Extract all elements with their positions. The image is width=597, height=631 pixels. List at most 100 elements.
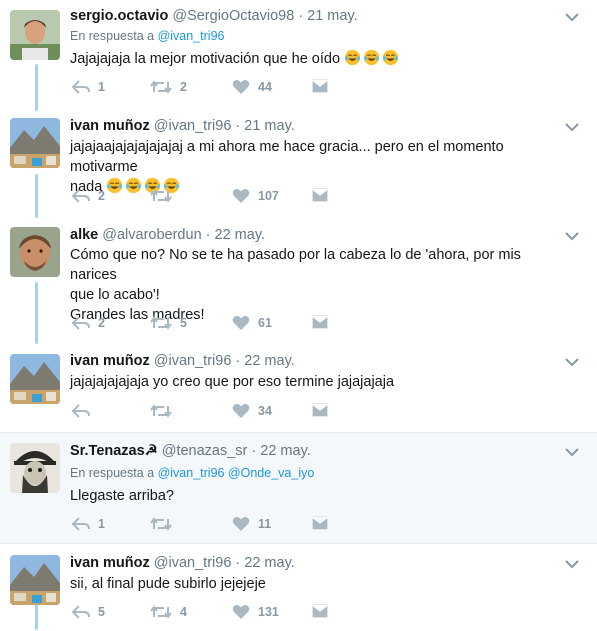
user-handle[interactable]: @ivan_tri96 [154, 353, 232, 369]
retweet-count: 4 [180, 605, 187, 619]
heart-icon [232, 189, 250, 203]
retweet-button[interactable] [150, 403, 180, 419]
chevron-down-icon[interactable] [565, 357, 579, 367]
tweet[interactable]: alke @alvaroberdun · 22 may. Cómo que no… [0, 218, 597, 343]
retweet-button[interactable]: 4 [150, 604, 187, 620]
retweet-icon [150, 517, 172, 531]
timestamp[interactable]: · 22 may. [235, 353, 294, 369]
message-button[interactable] [312, 604, 328, 618]
message-button[interactable] [312, 315, 328, 329]
reply-to-link[interactable]: @ivan_tri96 @Onde_va_iyo [158, 466, 315, 480]
retweet-icon [150, 80, 172, 94]
reply-icon [72, 316, 90, 330]
like-button[interactable]: 131 [232, 604, 279, 620]
tweet-text: Jajajajaja la mejor motivación que he oí… [70, 51, 341, 67]
envelope-icon [312, 315, 328, 329]
tweet-text: que lo acabo'! [70, 287, 160, 303]
chevron-down-icon[interactable] [565, 447, 579, 457]
laughing-tears-emoji [107, 177, 123, 194]
reply-button[interactable]: 2 [72, 188, 105, 204]
avatar[interactable] [10, 118, 60, 168]
like-count: 11 [258, 517, 272, 531]
like-button[interactable]: 11 [232, 516, 271, 532]
like-count: 34 [258, 404, 272, 418]
user-handle[interactable]: @alvaroberdun [102, 227, 201, 243]
retweet-icon [150, 316, 172, 330]
reply-button[interactable]: 1 [72, 516, 105, 532]
message-button[interactable] [312, 516, 328, 530]
like-button[interactable]: 61 [232, 315, 272, 331]
timestamp[interactable]: · 21 may. [298, 8, 357, 24]
avatar[interactable] [10, 354, 60, 404]
reply-count: 2 [98, 189, 105, 203]
chevron-down-icon[interactable] [565, 231, 579, 241]
tweet-text: sii, al final pude subirlo jejejeje [70, 576, 266, 592]
like-count: 61 [258, 316, 272, 330]
laughing-tears-emoji [363, 49, 380, 66]
like-button[interactable]: 44 [232, 79, 272, 95]
timestamp[interactable]: · 21 may. [235, 118, 294, 134]
reply-button[interactable] [72, 403, 98, 419]
like-count: 131 [258, 605, 279, 619]
reply-button[interactable]: 2 [72, 315, 105, 331]
emoji-group [344, 49, 401, 67]
avatar[interactable] [10, 10, 60, 60]
retweet-button[interactable] [150, 188, 180, 204]
heart-icon [232, 605, 250, 619]
display-name[interactable]: alke [70, 227, 98, 243]
laughing-tears-emoji [126, 177, 142, 194]
heart-icon [232, 80, 250, 94]
tweet-text: Cómo que no? No se te ha pasado por la c… [70, 247, 521, 283]
tweet[interactable]: ivan muñoz @ivan_tri96 · 21 may. jajajaa… [0, 110, 597, 215]
timestamp[interactable]: · 22 may. [206, 227, 265, 243]
avatar[interactable] [10, 443, 60, 493]
reply-icon [72, 605, 90, 619]
like-count: 107 [258, 189, 279, 203]
message-button[interactable] [312, 79, 328, 93]
reply-count: 5 [98, 605, 105, 619]
reply-count: 2 [98, 316, 105, 330]
chevron-down-icon[interactable] [565, 122, 579, 132]
message-button[interactable] [312, 188, 328, 202]
laughing-tears-emoji [382, 49, 399, 66]
retweet-button[interactable] [150, 516, 180, 532]
tweet[interactable]: ivan muñoz @ivan_tri96 · 22 may. jajajaj… [0, 346, 597, 431]
reply-icon [72, 517, 90, 531]
like-button[interactable]: 34 [232, 403, 272, 419]
reply-count: 1 [98, 80, 105, 94]
envelope-icon [312, 516, 328, 530]
tweet-text: jajajajajajaja yo creo que por eso termi… [70, 374, 395, 390]
reply-button[interactable]: 5 [72, 604, 105, 620]
reply-prefix: En respuesta a [70, 466, 155, 480]
retweet-button[interactable]: 2 [150, 79, 187, 95]
chevron-down-icon[interactable] [565, 12, 579, 22]
timestamp[interactable]: · 22 may. [251, 443, 310, 459]
retweet-icon [150, 404, 172, 418]
reply-prefix: En respuesta a [70, 29, 155, 43]
chevron-down-icon[interactable] [565, 559, 579, 569]
display-name[interactable]: sergio.octavio [70, 8, 168, 24]
display-name[interactable]: Sr.Tenazas☭ [70, 443, 158, 459]
reply-button[interactable]: 1 [72, 79, 105, 95]
user-handle[interactable]: @tenazas_sr [162, 443, 248, 459]
display-name[interactable]: ivan muñoz [70, 118, 150, 134]
retweet-button[interactable]: 5 [150, 315, 187, 331]
tweet[interactable]: sergio.octavio @SergioOctavio98 · 21 may… [0, 0, 597, 105]
avatar[interactable] [10, 555, 60, 605]
heart-icon [232, 316, 250, 330]
reply-icon [72, 404, 90, 418]
timestamp[interactable]: · 22 may. [235, 555, 294, 571]
display-name[interactable]: ivan muñoz [70, 353, 150, 369]
display-name[interactable]: ivan muñoz [70, 555, 150, 571]
reply-to-link[interactable]: @ivan_tri96 [158, 29, 225, 43]
user-handle[interactable]: @SergioOctavio98 [172, 8, 294, 24]
tweet[interactable]: Sr.Tenazas☭ @tenazas_sr · 22 may. En res… [0, 432, 597, 544]
retweet-count: 2 [180, 80, 187, 94]
message-button[interactable] [312, 403, 328, 417]
envelope-icon [312, 79, 328, 93]
user-handle[interactable]: @ivan_tri96 [154, 555, 232, 571]
avatar[interactable] [10, 227, 60, 277]
like-button[interactable]: 107 [232, 188, 279, 204]
tweet[interactable]: ivan muñoz @ivan_tri96 · 22 may. sii, al… [0, 545, 597, 631]
user-handle[interactable]: @ivan_tri96 [154, 118, 232, 134]
